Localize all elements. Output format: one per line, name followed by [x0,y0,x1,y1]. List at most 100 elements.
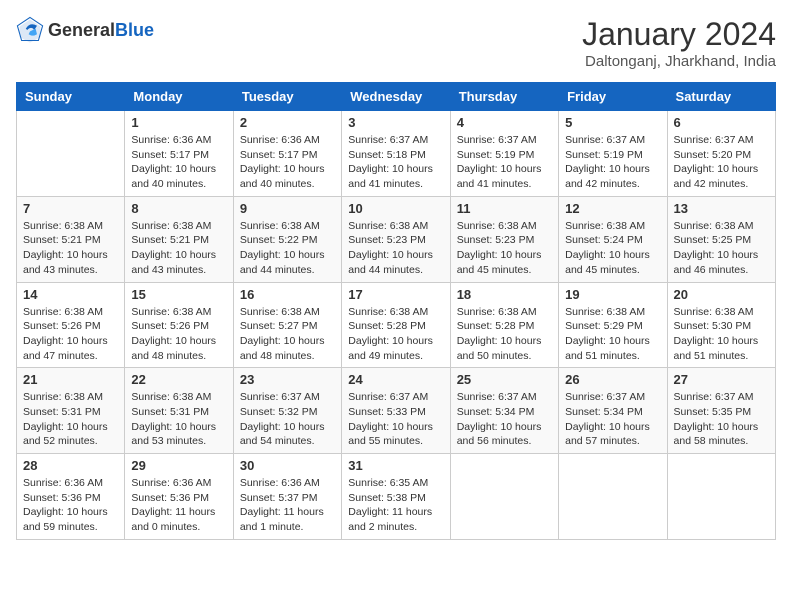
month-title: January 2024 [582,16,776,53]
day-info: Sunrise: 6:38 AMSunset: 5:24 PMDaylight:… [565,219,660,278]
day-info: Sunrise: 6:37 AMSunset: 5:35 PMDaylight:… [674,390,769,449]
calendar-day-cell: 30 Sunrise: 6:36 AMSunset: 5:37 PMDayligh… [233,454,341,540]
logo-icon [16,16,44,44]
calendar-day-cell: 29Sunrise: 6:36 AMSunset: 5:36 PMDayligh… [125,454,233,540]
calendar-week-row: 1Sunrise: 6:36 AMSunset: 5:17 PMDaylight… [17,111,776,197]
day-info: Sunrise: 6:38 AMSunset: 5:29 PMDaylight:… [565,305,660,364]
day-number: 10 [348,201,443,216]
logo-wordmark: GeneralBlue [48,20,154,41]
calendar-day-cell: 16 Sunrise: 6:38 AMSunset: 5:27 PMDayligh… [233,282,341,368]
calendar-table: SundayMondayTuesdayWednesdayThursdayFrid… [16,82,776,540]
day-info: Sunrise: 6:38 AMSunset: 5:21 PMDaylight:… [23,219,118,278]
day-of-week-header: Tuesday [233,83,341,111]
calendar-day-cell: 12 Sunrise: 6:38 AMSunset: 5:24 PMDayligh… [559,196,667,282]
day-number: 6 [674,115,769,130]
calendar-day-cell: 31 Sunrise: 6:35 AMSunset: 5:38 PMDayligh… [342,454,450,540]
calendar-day-cell: 23 Sunrise: 6:37 AMSunset: 5:32 PMDayligh… [233,368,341,454]
calendar-day-cell: 5Sunrise: 6:37 AMSunset: 5:19 PMDaylight… [559,111,667,197]
day-number: 27 [674,372,769,387]
logo: GeneralBlue [16,16,154,44]
calendar-week-row: 7 Sunrise: 6:38 AMSunset: 5:21 PMDaylight… [17,196,776,282]
day-number: 25 [457,372,552,387]
day-number: 20 [674,287,769,302]
calendar-day-cell: 13Sunrise: 6:38 AMSunset: 5:25 PMDayligh… [667,196,775,282]
day-of-week-header: Saturday [667,83,775,111]
day-info: Sunrise: 6:37 AMSunset: 5:33 PMDaylight:… [348,390,443,449]
day-info: Sunrise: 6:36 AMSunset: 5:37 PMDaylight:… [240,476,335,535]
calendar-day-cell: 25 Sunrise: 6:37 AMSunset: 5:34 PMDayligh… [450,368,558,454]
day-number: 9 [240,201,335,216]
day-info: Sunrise: 6:35 AMSunset: 5:38 PMDaylight:… [348,476,443,535]
calendar-week-row: 14 Sunrise: 6:38 AMSunset: 5:26 PMDayligh… [17,282,776,368]
calendar-day-cell: 22Sunrise: 6:38 AMSunset: 5:31 PMDayligh… [125,368,233,454]
calendar-day-cell: 20Sunrise: 6:38 AMSunset: 5:30 PMDayligh… [667,282,775,368]
day-number: 15 [131,287,226,302]
day-info: Sunrise: 6:38 AMSunset: 5:26 PMDaylight:… [131,305,226,364]
day-info: Sunrise: 6:37 AMSunset: 5:34 PMDaylight:… [457,390,552,449]
calendar-day-cell: 19 Sunrise: 6:38 AMSunset: 5:29 PMDayligh… [559,282,667,368]
title-section: January 2024 Daltonganj, Jharkhand, Indi… [582,16,776,70]
day-number: 8 [131,201,226,216]
calendar-day-cell [17,111,125,197]
day-info: Sunrise: 6:38 AMSunset: 5:21 PMDaylight:… [131,219,226,278]
location-text: Daltonganj, Jharkhand, India [582,53,776,70]
day-info: Sunrise: 6:37 AMSunset: 5:34 PMDaylight:… [565,390,660,449]
calendar-day-cell: 4 Sunrise: 6:37 AMSunset: 5:19 PMDaylight… [450,111,558,197]
calendar-day-cell: 11Sunrise: 6:38 AMSunset: 5:23 PMDayligh… [450,196,558,282]
day-of-week-header: Thursday [450,83,558,111]
day-number: 18 [457,287,552,302]
calendar-day-cell: 18 Sunrise: 6:38 AMSunset: 5:28 PMDayligh… [450,282,558,368]
day-info: Sunrise: 6:36 AMSunset: 5:17 PMDaylight:… [240,133,335,192]
day-of-week-header: Sunday [17,83,125,111]
day-number: 7 [23,201,118,216]
calendar-day-cell: 1Sunrise: 6:36 AMSunset: 5:17 PMDaylight… [125,111,233,197]
day-number: 26 [565,372,660,387]
day-of-week-header: Monday [125,83,233,111]
day-info: Sunrise: 6:37 AMSunset: 5:19 PMDaylight:… [457,133,552,192]
day-number: 13 [674,201,769,216]
day-number: 19 [565,287,660,302]
calendar-day-cell: 8 Sunrise: 6:38 AMSunset: 5:21 PMDaylight… [125,196,233,282]
day-info: Sunrise: 6:38 AMSunset: 5:27 PMDaylight:… [240,305,335,364]
day-info: Sunrise: 6:38 AMSunset: 5:26 PMDaylight:… [23,305,118,364]
day-number: 14 [23,287,118,302]
day-number: 30 [240,458,335,473]
calendar-day-cell: 3 Sunrise: 6:37 AMSunset: 5:18 PMDaylight… [342,111,450,197]
day-number: 2 [240,115,335,130]
calendar-day-cell: 24 Sunrise: 6:37 AMSunset: 5:33 PMDayligh… [342,368,450,454]
calendar-header-row: SundayMondayTuesdayWednesdayThursdayFrid… [17,83,776,111]
calendar-day-cell: 26 Sunrise: 6:37 AMSunset: 5:34 PMDayligh… [559,368,667,454]
day-info: Sunrise: 6:38 AMSunset: 5:28 PMDaylight:… [457,305,552,364]
day-number: 28 [23,458,118,473]
day-number: 3 [348,115,443,130]
calendar-day-cell: 7 Sunrise: 6:38 AMSunset: 5:21 PMDaylight… [17,196,125,282]
day-info: Sunrise: 6:38 AMSunset: 5:31 PMDaylight:… [23,390,118,449]
calendar-day-cell: 9Sunrise: 6:38 AMSunset: 5:22 PMDaylight… [233,196,341,282]
day-number: 12 [565,201,660,216]
day-of-week-header: Friday [559,83,667,111]
day-info: Sunrise: 6:37 AMSunset: 5:18 PMDaylight:… [348,133,443,192]
day-number: 21 [23,372,118,387]
day-number: 24 [348,372,443,387]
day-number: 17 [348,287,443,302]
day-number: 4 [457,115,552,130]
calendar-day-cell: 14 Sunrise: 6:38 AMSunset: 5:26 PMDayligh… [17,282,125,368]
calendar-day-cell: 2 Sunrise: 6:36 AMSunset: 5:17 PMDaylight… [233,111,341,197]
logo-blue-text: Blue [115,20,154,40]
day-number: 31 [348,458,443,473]
day-info: Sunrise: 6:38 AMSunset: 5:23 PMDaylight:… [348,219,443,278]
day-number: 22 [131,372,226,387]
day-info: Sunrise: 6:37 AMSunset: 5:20 PMDaylight:… [674,133,769,192]
day-info: Sunrise: 6:37 AMSunset: 5:32 PMDaylight:… [240,390,335,449]
day-number: 16 [240,287,335,302]
calendar-day-cell: 28Sunrise: 6:36 AMSunset: 5:36 PMDayligh… [17,454,125,540]
calendar-day-cell [559,454,667,540]
calendar-day-cell: 17Sunrise: 6:38 AMSunset: 5:28 PMDayligh… [342,282,450,368]
calendar-day-cell: 27 Sunrise: 6:37 AMSunset: 5:35 PMDayligh… [667,368,775,454]
page-header: GeneralBlue January 2024 Daltonganj, Jha… [16,16,776,70]
day-info: Sunrise: 6:36 AMSunset: 5:36 PMDaylight:… [131,476,226,535]
day-info: Sunrise: 6:36 AMSunset: 5:17 PMDaylight:… [131,133,226,192]
day-number: 5 [565,115,660,130]
calendar-day-cell: 10 Sunrise: 6:38 AMSunset: 5:23 PMDayligh… [342,196,450,282]
day-number: 23 [240,372,335,387]
